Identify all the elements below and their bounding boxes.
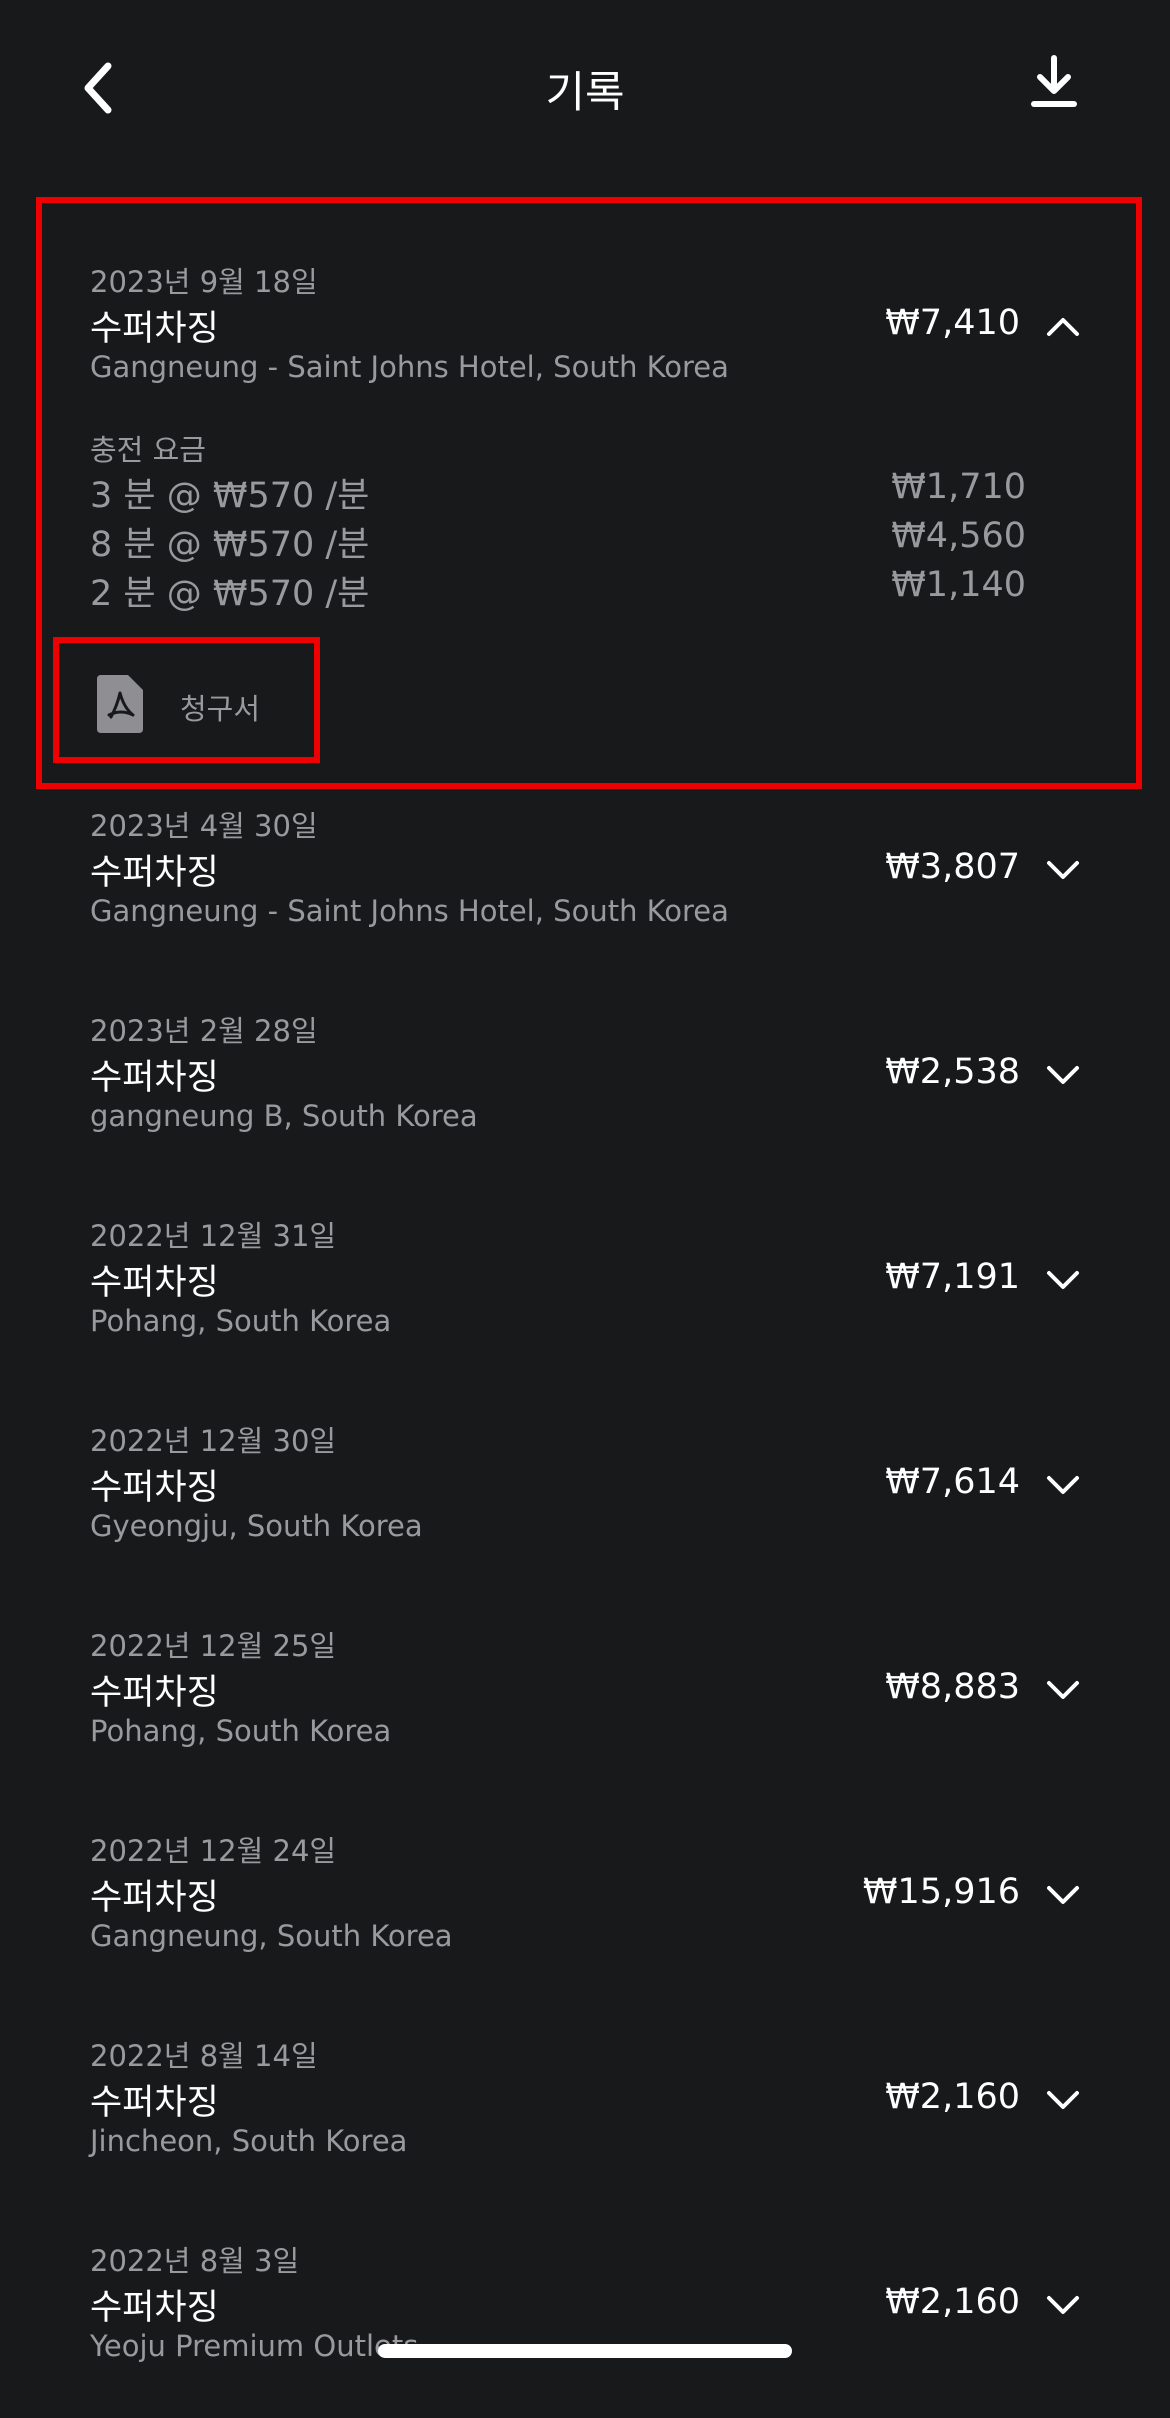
entry-location: Pohang, South Korea (90, 1304, 392, 1338)
entry-type: 수퍼차징 (90, 309, 219, 349)
entry-type: 수퍼차징 (90, 2288, 219, 2328)
entry-type: 수퍼차징 (90, 1468, 219, 1508)
history-entry[interactable]: 2022년 12월 25일 수퍼차징 Pohang, South Korea ₩… (0, 1623, 1170, 1803)
page-title: 기록 (545, 68, 625, 118)
home-indicator (378, 2344, 792, 2358)
download-icon[interactable] (1024, 52, 1084, 112)
fee-line: 3 분 @ ₩570 /분 ₩1,710 (90, 467, 1026, 516)
entry-date: 2022년 8월 14일 (90, 2039, 318, 2073)
entry-amount: ₩3,807 (885, 847, 1020, 887)
entry-location: Yeoju Premium Outlets (90, 2329, 419, 2363)
chevron-down-icon[interactable] (1043, 1875, 1083, 1915)
entry-location: gangneung B, South Korea (90, 1099, 478, 1133)
entry-location: Jincheon, South Korea (90, 2124, 408, 2158)
entry-type: 수퍼차징 (90, 1263, 219, 1303)
entry-amount: ₩7,191 (885, 1257, 1020, 1297)
header: 기록 (0, 0, 1170, 175)
entry-type: 수퍼차징 (90, 1058, 219, 1098)
fee-line-desc: 2 분 @ ₩570 /분 (90, 574, 370, 614)
fee-line: 2 분 @ ₩570 /분 ₩1,140 (90, 565, 1026, 614)
chevron-down-icon[interactable] (1043, 1670, 1083, 1710)
entry-amount: ₩15,916 (862, 1872, 1020, 1912)
fee-line-desc: 3 분 @ ₩570 /분 (90, 476, 370, 516)
fee-line-amount: ₩1,710 (891, 467, 1026, 507)
chevron-down-icon[interactable] (1043, 1260, 1083, 1300)
entry-amount: ₩7,614 (885, 1462, 1020, 1502)
chevron-down-icon[interactable] (1043, 2080, 1083, 2120)
entry-location: Gangneung - Saint Johns Hotel, South Kor… (90, 894, 729, 928)
entry-type: 수퍼차징 (90, 1878, 219, 1918)
entry-date: 2023년 4월 30일 (90, 809, 318, 843)
entry-amount: ₩7,410 (885, 303, 1020, 343)
chevron-down-icon[interactable] (1043, 850, 1083, 890)
entry-type: 수퍼차징 (90, 853, 219, 893)
history-entry[interactable]: 2022년 8월 3일 수퍼차징 Yeoju Premium Outlets ₩… (0, 2238, 1170, 2418)
chevron-down-icon[interactable] (1043, 1465, 1083, 1505)
entry-location: Gyeongju, South Korea (90, 1509, 423, 1543)
entry-type: 수퍼차징 (90, 1673, 219, 1713)
fee-line: 8 분 @ ₩570 /분 ₩4,560 (90, 516, 1026, 565)
history-entry-expanded[interactable]: 2023년 9월 18일 수퍼차징 Gangneung - Saint John… (0, 259, 1170, 439)
invoice-label: 청구서 (180, 692, 261, 726)
entry-date: 2022년 8월 3일 (90, 2244, 300, 2278)
entry-date: 2022년 12월 30일 (90, 1424, 337, 1458)
entry-date: 2022년 12월 25일 (90, 1629, 337, 1663)
entry-location: Gangneung, South Korea (90, 1919, 453, 1953)
history-entry[interactable]: 2022년 12월 31일 수퍼차징 Pohang, South Korea ₩… (0, 1213, 1170, 1393)
entry-amount: ₩8,883 (885, 1667, 1020, 1707)
history-entry[interactable]: 2022년 8월 14일 수퍼차징 Jincheon, South Korea … (0, 2033, 1170, 2213)
chevron-down-icon[interactable] (1043, 2285, 1083, 2325)
entry-location: Pohang, South Korea (90, 1714, 392, 1748)
history-entry[interactable]: 2023년 4월 30일 수퍼차징 Gangneung - Saint John… (0, 803, 1170, 983)
pdf-file-icon (97, 675, 143, 733)
chevron-up-icon[interactable] (1043, 306, 1083, 346)
entry-location: Gangneung - Saint Johns Hotel, South Kor… (90, 350, 729, 384)
fee-line-amount: ₩1,140 (891, 565, 1026, 605)
entry-amount: ₩2,160 (885, 2282, 1020, 2322)
charging-fee-label: 충전 요금 (90, 433, 206, 467)
fee-line-desc: 8 분 @ ₩570 /분 (90, 525, 370, 565)
fee-line-amount: ₩4,560 (891, 516, 1026, 556)
history-entry[interactable]: 2022년 12월 30일 수퍼차징 Gyeongju, South Korea… (0, 1418, 1170, 1598)
invoice-button[interactable]: 청구서 (90, 673, 310, 735)
entry-date: 2023년 2월 28일 (90, 1014, 318, 1048)
entry-amount: ₩2,538 (885, 1052, 1020, 1092)
entry-date: 2022년 12월 24일 (90, 1834, 337, 1868)
chevron-down-icon[interactable] (1043, 1055, 1083, 1095)
history-entry[interactable]: 2022년 12월 24일 수퍼차징 Gangneung, South Kore… (0, 1828, 1170, 2008)
history-entry[interactable]: 2023년 2월 28일 수퍼차징 gangneung B, South Kor… (0, 1008, 1170, 1188)
entry-type: 수퍼차징 (90, 2083, 219, 2123)
entry-date: 2022년 12월 31일 (90, 1219, 337, 1253)
entry-amount: ₩2,160 (885, 2077, 1020, 2117)
entry-date: 2023년 9월 18일 (90, 265, 318, 299)
